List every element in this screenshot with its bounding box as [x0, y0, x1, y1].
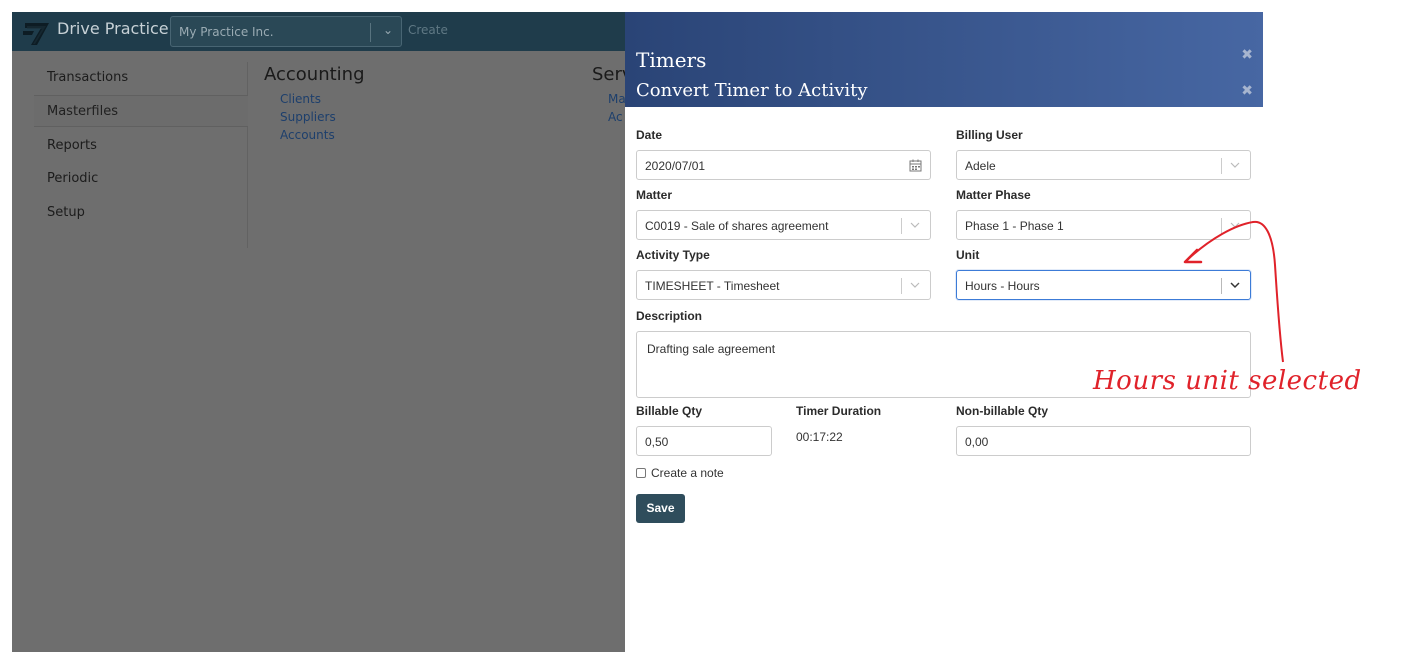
non-billable-qty-value: 0,00: [965, 435, 989, 449]
billing-user-select[interactable]: Adele: [956, 150, 1251, 180]
modal-header: Timers ✖ Convert Timer to Activity ✖: [625, 12, 1263, 107]
chevron-down-icon: [910, 222, 920, 228]
create-link[interactable]: Create: [408, 23, 448, 37]
unit-value: Hours - Hours: [965, 279, 1040, 293]
close-icon[interactable]: ✖: [1241, 46, 1253, 63]
billing-user-value: Adele: [965, 159, 996, 173]
link-accounts[interactable]: Accounts: [280, 128, 335, 142]
drive-practice-logo-icon[interactable]: [22, 17, 52, 47]
menu-item-periodic[interactable]: Periodic: [34, 163, 248, 195]
create-note-label: Create a note: [651, 466, 724, 480]
brand-name[interactable]: Drive Practice: [57, 19, 169, 38]
description-value: Drafting sale agreement: [647, 342, 776, 356]
date-input-value: 2020/07/01: [645, 159, 706, 173]
create-note-checkbox[interactable]: [636, 468, 646, 478]
convert-timer-modal: Timers ✖ Convert Timer to Activity ✖ Dat…: [625, 12, 1263, 652]
description-label: Description: [636, 309, 703, 323]
matter-value: C0019 - Sale of shares agreement: [645, 219, 829, 233]
modal-title: Timers: [636, 48, 707, 72]
billing-user-label: Billing User: [956, 128, 1023, 142]
practice-select[interactable]: My Practice Inc. ⌄: [170, 16, 402, 47]
unit-label: Unit: [956, 248, 980, 262]
modal-subtitle: Convert Timer to Activity: [636, 80, 868, 101]
matter-label: Matter: [636, 188, 673, 202]
calendar-icon[interactable]: [909, 159, 922, 172]
link-clients[interactable]: Clients: [280, 92, 321, 106]
date-label: Date: [636, 128, 663, 142]
select-separator: [901, 218, 902, 234]
activity-type-label: Activity Type: [636, 248, 710, 262]
left-menu: Transactions Masterfiles Reports Periodi…: [34, 62, 248, 248]
non-billable-qty-input[interactable]: 0,00: [956, 426, 1251, 456]
menu-item-masterfiles[interactable]: Masterfiles: [34, 95, 248, 127]
matter-select[interactable]: C0019 - Sale of shares agreement: [636, 210, 931, 240]
non-billable-qty-label: Non-billable Qty: [956, 404, 1049, 418]
chevron-down-icon: ⌄: [382, 23, 393, 37]
link-suppliers[interactable]: Suppliers: [280, 110, 336, 124]
select-separator: [901, 278, 902, 294]
date-input[interactable]: 2020/07/01: [636, 150, 931, 180]
accounting-title: Accounting: [264, 64, 365, 85]
timer-duration-value: 00:17:22: [796, 430, 843, 444]
link-services-2[interactable]: Ac: [608, 110, 623, 124]
close-icon[interactable]: ✖: [1241, 82, 1253, 99]
timer-duration-label: Timer Duration: [796, 404, 882, 418]
chevron-down-icon: [1230, 162, 1240, 168]
select-separator: [1221, 158, 1222, 174]
billable-qty-value: 0,50: [645, 435, 669, 449]
activity-type-select[interactable]: TIMESHEET - Timesheet: [636, 270, 931, 300]
select-separator: [370, 23, 371, 42]
chevron-down-icon: [910, 282, 920, 288]
activity-type-value: TIMESHEET - Timesheet: [645, 279, 780, 293]
matter-phase-label: Matter Phase: [956, 188, 1031, 202]
annotation-arrow-icon: [1183, 220, 1284, 363]
practice-select-value: My Practice Inc.: [179, 25, 274, 39]
menu-item-setup[interactable]: Setup: [34, 197, 248, 229]
menu-item-reports[interactable]: Reports: [34, 130, 248, 162]
create-note-row[interactable]: Create a note: [636, 466, 724, 480]
billable-qty-input[interactable]: 0,50: [636, 426, 772, 456]
annotation-text: Hours unit selected: [1093, 366, 1362, 396]
menu-item-transactions[interactable]: Transactions: [34, 62, 248, 94]
save-button[interactable]: Save: [636, 494, 685, 523]
billable-qty-label: Billable Qty: [636, 404, 703, 418]
link-services-1[interactable]: Ma: [608, 92, 626, 106]
app-window: Drive Practice My Practice Inc. ⌄ Create…: [12, 12, 1263, 652]
matter-phase-value: Phase 1 - Phase 1: [965, 219, 1064, 233]
